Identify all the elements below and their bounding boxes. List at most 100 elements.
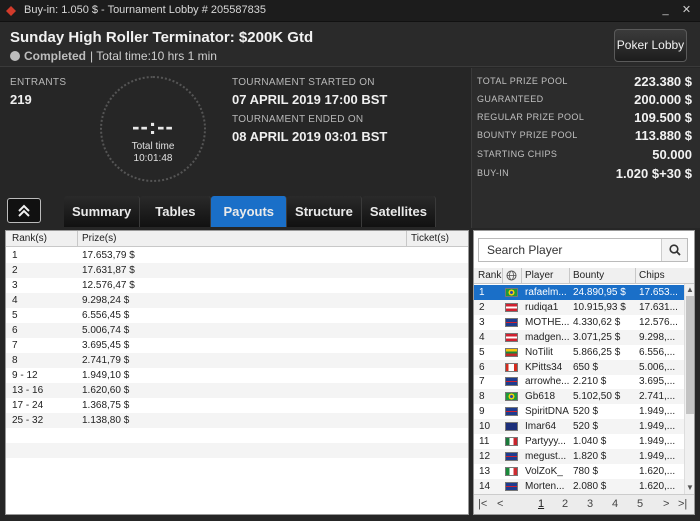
tab-structure[interactable]: Structure (287, 196, 362, 227)
payout-prize: 17.653,79 $ (82, 250, 135, 261)
tab-summary[interactable]: Summary (64, 196, 141, 227)
player-name: Imar64 (525, 421, 557, 433)
empty-row (6, 443, 468, 458)
tab-satellites[interactable]: Satellites (361, 196, 436, 227)
player-row[interactable]: 13 VolZoK_ 780 $ 1.620,... (474, 464, 684, 479)
prize-pool-value: 200.000 $ (634, 92, 692, 107)
tournament-name: Sunday High Roller Terminator: $200K Gtd (10, 29, 314, 46)
player-bounty: 520 $ (573, 406, 599, 418)
player-name: megust... (525, 450, 567, 462)
prize-column-header[interactable]: Prize(s) (82, 233, 116, 244)
page-2-link[interactable]: 2 (562, 498, 568, 510)
title-bar: Buy-in: 1.050 $ - Tournament Lobby # 205… (0, 0, 700, 22)
poker-lobby-button[interactable]: Poker Lobby (614, 29, 687, 62)
ticket-column-header[interactable]: Ticket(s) (411, 233, 449, 244)
player-bounty: 4.330,62 $ (573, 316, 621, 328)
player-chips: 2.741,... (639, 391, 676, 403)
prev-page-button[interactable]: < (497, 498, 503, 510)
scroll-up-icon[interactable]: ▲ (685, 285, 695, 295)
player-rank: 2 (479, 301, 485, 313)
player-chips: 1.620,... (639, 465, 676, 477)
first-page-button[interactable]: |< (478, 498, 487, 510)
prize-pool-row: TOTAL PRIZE POOL 223.380 $ (472, 73, 700, 91)
player-name: NoTilit (525, 346, 553, 358)
globe-icon[interactable] (506, 270, 517, 281)
clock-digits: --:-- (132, 114, 174, 139)
prize-pool-row: BUY-IN 1.020 $+30 $ (472, 165, 700, 183)
australia-flag-icon (505, 422, 518, 432)
payout-rank: 6 (12, 325, 18, 336)
player-list-scrollbar[interactable]: ▲ ▼ (684, 284, 694, 494)
player-bounty: 650 $ (573, 361, 599, 373)
payout-row: 25 - 32 1.138,80 $ (6, 413, 468, 428)
player-row[interactable]: 10 Imar64 520 $ 1.949,... (474, 419, 684, 435)
rank-column-header[interactable]: Rank (478, 270, 501, 281)
player-row[interactable]: 14 Morten... 2.080 $ 1.620,... (474, 478, 684, 494)
payouts-table: Rank(s) Prize(s) Ticket(s) 1 17.653,79 $ 2… (5, 230, 469, 515)
clock-value: 10:01:48 (133, 153, 173, 164)
player-row[interactable]: 3 MOTHE... 4.330,62 $ 12.576... (474, 315, 684, 330)
minimize-button[interactable]: _ (658, 3, 673, 18)
search-player-input[interactable] (479, 239, 663, 261)
next-page-button[interactable]: > (663, 498, 669, 510)
page-5-link[interactable]: 5 (637, 498, 643, 510)
started-label: TOURNAMENT STARTED ON (232, 77, 375, 88)
payout-rank: 2 (12, 265, 18, 276)
player-bounty: 780 $ (573, 465, 599, 477)
page-3-link[interactable]: 3 (587, 498, 593, 510)
player-name: Morten... (525, 480, 565, 492)
player-row[interactable]: 2 rudiqa1 10.915,93 $ 17.631... (474, 299, 684, 315)
payout-prize: 9.298,24 $ (82, 295, 130, 306)
rank-column-header[interactable]: Rank(s) (12, 233, 47, 244)
page-4-link[interactable]: 4 (612, 498, 618, 510)
player-column-header[interactable]: Player (525, 270, 553, 281)
player-row[interactable]: 9 SpiritDNA 520 $ 1.949,... (474, 404, 684, 419)
close-button[interactable]: ✕ (679, 3, 694, 18)
uk-flag-icon (505, 317, 518, 327)
tournament-status: Completed (24, 49, 87, 63)
scrollbar-thumb[interactable] (686, 296, 694, 414)
scroll-down-icon[interactable]: ▼ (685, 483, 695, 493)
tab-payouts[interactable]: Payouts (211, 196, 288, 227)
player-row[interactable]: 4 madgen... 3.071,25 $ 9.298,... (474, 329, 684, 345)
collapse-button[interactable] (7, 198, 41, 223)
player-rank: 7 (479, 376, 485, 388)
payout-rank: 9 - 12 (12, 370, 38, 381)
bounty-column-header[interactable]: Bounty (573, 270, 604, 281)
payout-rank: 3 (12, 280, 18, 291)
player-rank: 1 (479, 287, 485, 298)
empty-row (6, 428, 468, 443)
prize-pool-row: GUARANTEED 200.000 $ (472, 91, 700, 109)
last-page-button[interactable]: >| (678, 498, 687, 510)
player-rank: 14 (479, 480, 491, 492)
payout-rank: 8 (12, 355, 18, 366)
payout-prize: 1.138,80 $ (82, 415, 130, 426)
payout-row: 6 5.006,74 $ (6, 323, 468, 338)
payout-rank: 17 - 24 (12, 400, 44, 411)
tab-tables[interactable]: Tables (140, 196, 212, 227)
pagination: |< < 1 2 3 4 5 > >| (474, 494, 694, 514)
column-divider (521, 268, 522, 283)
player-chips: 12.576... (639, 316, 678, 328)
player-row[interactable]: 7 arrowhe... 2.210 $ 3.695,... (474, 374, 684, 389)
payout-prize: 5.006,74 $ (82, 325, 130, 336)
player-row[interactable]: 5 NoTilit 5.866,25 $ 6.556,... (474, 345, 684, 360)
player-row[interactable]: 1 rafaelm... 24.890,95 $ 17.653... (474, 285, 684, 300)
search-button[interactable] (661, 239, 687, 261)
player-bounty: 3.071,25 $ (573, 331, 621, 343)
player-row[interactable]: 12 megust... 1.820 $ 1.949,... (474, 448, 684, 464)
payout-row: 8 2.741,79 $ (6, 353, 468, 368)
payout-row: 1 17.653,79 $ (6, 248, 468, 263)
payout-row: 13 - 16 1.620,60 $ (6, 383, 468, 398)
player-row[interactable]: 8 Gb618 5.102,50 $ 2.741,... (474, 389, 684, 405)
payout-rank: 5 (12, 310, 18, 321)
page-1-link[interactable]: 1 (538, 498, 544, 510)
player-row[interactable]: 11 Partyyy... 1.040 $ 1.949,... (474, 434, 684, 449)
player-bounty: 2.210 $ (573, 376, 607, 388)
prize-pool-label: STARTING CHIPS (477, 149, 558, 159)
player-row[interactable]: 6 KPitts34 650 $ 5.006,... (474, 359, 684, 375)
tournament-lobby-window: Buy-in: 1.050 $ - Tournament Lobby # 205… (0, 0, 700, 521)
player-chips: 5.006,... (639, 361, 676, 373)
total-time: | Total time:10 hrs 1 min (90, 49, 217, 63)
chips-column-header[interactable]: Chips (639, 270, 665, 281)
